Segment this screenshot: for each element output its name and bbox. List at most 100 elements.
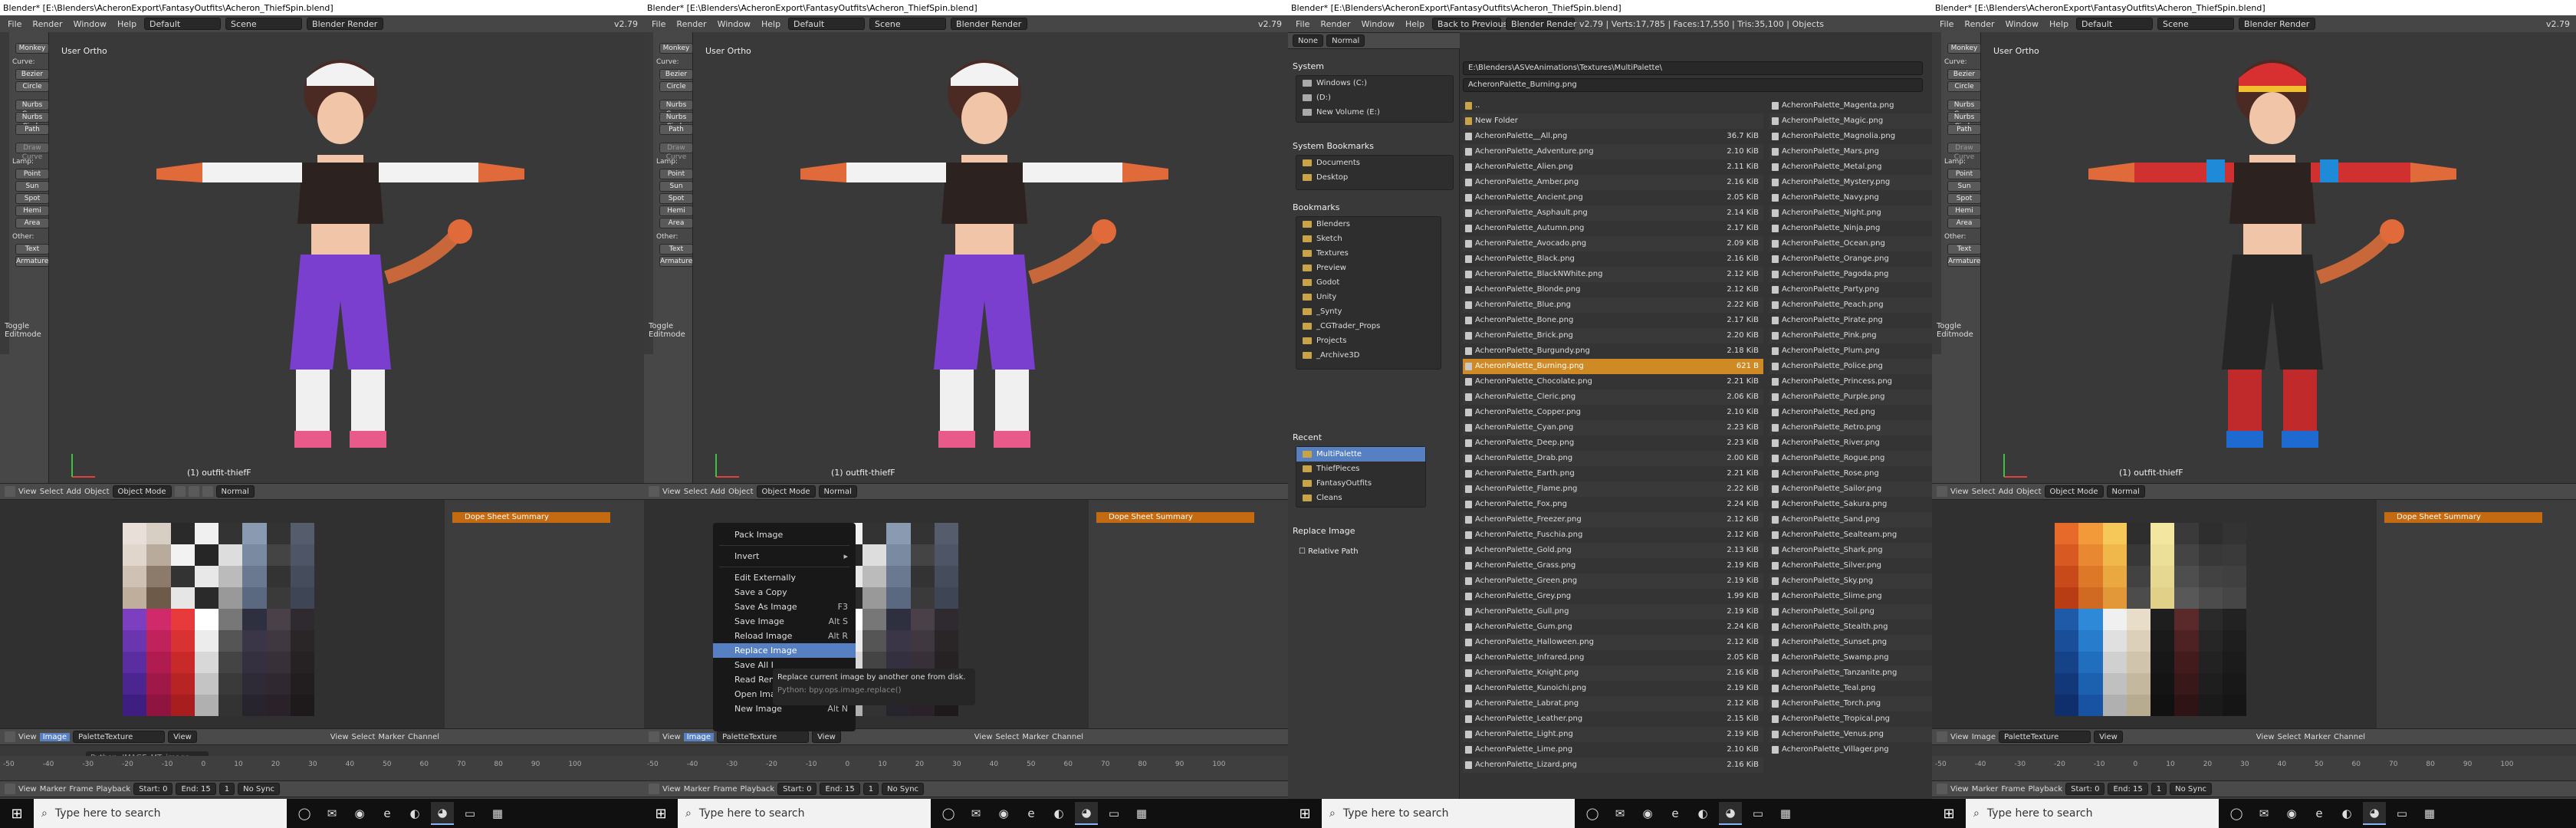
add-armature-button[interactable]: Armature (15, 256, 49, 267)
dope-select-menu[interactable]: Select (352, 733, 376, 741)
image-menu[interactable]: Image (683, 732, 715, 741)
file-row[interactable]: AcheronPalette_Copper.png 2.10 KiB (1463, 405, 1763, 420)
menu-help[interactable]: Help (758, 19, 784, 29)
windows-start-icon[interactable]: ⊞ (1932, 799, 1966, 828)
add-path-button[interactable]: Path (1947, 124, 1981, 135)
file-row[interactable]: AcheronPalette_Sand.png (1769, 512, 1932, 527)
file-row[interactable]: AcheronPalette_Knight.png 2.16 KiB (1463, 665, 1763, 681)
file-row[interactable]: AcheronPalette_Mars.png (1769, 144, 1932, 159)
task-view-icon[interactable]: ◯ (937, 802, 960, 825)
file-row[interactable]: AcheronPalette_BlackNWhite.png 2.12 KiB (1463, 267, 1763, 282)
bookmark-item[interactable]: Sketch (1296, 232, 1441, 246)
sync-selector[interactable]: No Sync (882, 783, 925, 795)
object-menu[interactable]: Object (728, 488, 754, 496)
3d-viewport[interactable]: User Ortho (1) outfit-thiefF (1981, 32, 2576, 483)
directory-path-field[interactable]: E:\Blenders\ASVeAnimations\Textures\Mult… (1463, 61, 1923, 75)
dope-channel-menu[interactable]: Channel (1052, 733, 1083, 741)
folder-row[interactable]: New Folder (1463, 113, 1763, 129)
menu-item-save-image[interactable]: Save Image Alt S (713, 614, 856, 629)
system-section-title[interactable]: System (1293, 61, 1324, 71)
add-path-button[interactable]: Path (15, 124, 49, 135)
menu-file[interactable]: File (5, 19, 25, 29)
add-text-button[interactable]: Text (659, 244, 693, 255)
timeline[interactable]: -50 -40 -30 -20 -10 0 10 20 30 40 50 60 70 80 90 100 Vi… (0, 756, 644, 799)
image-menu[interactable]: Image (1972, 733, 1996, 741)
add-monkey-button[interactable]: Monkey (15, 43, 49, 54)
recent-item[interactable]: ThiefPieces (1296, 462, 1425, 476)
file-row[interactable]: AcheronPalette_Gum.png 2.24 KiB (1463, 619, 1763, 635)
menu-item-edit-externally[interactable]: Edit Externally (713, 570, 856, 585)
editor-type-icon[interactable] (1937, 731, 1947, 742)
timeline-playback-menu[interactable]: Playback (96, 785, 130, 794)
dope-select-menu[interactable]: Select (996, 733, 1020, 741)
menu-file[interactable]: File (1293, 19, 1313, 29)
start-frame-field[interactable]: Start: 0 (133, 783, 173, 795)
add-monkey-button[interactable]: Monkey (659, 43, 693, 54)
file-row[interactable]: AcheronPalette_Earth.png 2.21 KiB (1463, 466, 1763, 481)
blender-icon[interactable]: ◕ (1075, 802, 1098, 825)
calculator-icon[interactable]: ▦ (2418, 802, 2441, 825)
windows-start-icon[interactable]: ⊞ (0, 799, 34, 828)
start-frame-field[interactable]: Start: 0 (2065, 783, 2105, 795)
mode-selector[interactable]: Object Mode (2044, 485, 2104, 498)
select-menu[interactable]: Select (40, 488, 64, 496)
file-row[interactable]: AcheronPalette_Tropical.png (1769, 711, 1932, 727)
render-engine-selector[interactable]: Blender Render (2239, 18, 2316, 30)
bookmark-item[interactable]: Blenders (1296, 217, 1441, 232)
file-row[interactable]: AcheronPalette_Alien.png 2.11 KiB (1463, 159, 1763, 175)
file-row[interactable]: AcheronPalette_Blue.png 2.22 KiB (1463, 297, 1763, 313)
menu-render[interactable]: Render (1317, 19, 1353, 29)
end-frame-field[interactable]: End: 15 (2108, 783, 2148, 795)
file-row[interactable]: AcheronPalette_Chocolate.png 2.21 KiB (1463, 374, 1763, 389)
chrome-icon[interactable]: ◉ (1636, 802, 1659, 825)
tool-shelf-tabs[interactable] (644, 32, 653, 354)
file-row[interactable]: AcheronPalette_Magenta.png (1769, 98, 1932, 113)
image-selector[interactable]: PaletteTexture (1999, 731, 2091, 743)
image-view-mode[interactable]: View (812, 731, 841, 743)
add-text-button[interactable]: Text (1947, 244, 1981, 255)
display-selector[interactable]: None (1293, 34, 1324, 47)
current-frame-field[interactable]: 1 (2150, 783, 2167, 795)
image-menu[interactable]: Image (39, 732, 71, 741)
dope-marker-menu[interactable]: Marker (2304, 733, 2331, 741)
file-row[interactable]: AcheronPalette_Orange.png (1769, 251, 1932, 267)
file-row[interactable]: AcheronPalette_Cleric.png 2.06 KiB (1463, 389, 1763, 405)
mail-icon[interactable]: ✉ (1608, 802, 1631, 825)
draw-curve-button[interactable]: Draw Curve (659, 143, 693, 161)
end-frame-field[interactable]: End: 15 (176, 783, 216, 795)
file-row[interactable]: AcheronPalette_Teal.png (1769, 681, 1932, 696)
add-point-lamp-button[interactable]: Point (1947, 169, 1981, 179)
add-nurbs-curve-button[interactable]: Nurbs Curve (15, 100, 49, 118)
calculator-icon[interactable]: ▦ (486, 802, 509, 825)
menu-file[interactable]: File (1937, 19, 1957, 29)
bookmark-item[interactable]: Unity (1296, 290, 1441, 304)
render-engine-selector[interactable]: Blender Render (1506, 18, 1576, 30)
file-row[interactable]: AcheronPalette_Princess.png (1769, 374, 1932, 389)
back-to-previous-button[interactable]: Back to Previous (1432, 18, 1507, 30)
drive-d[interactable]: (D:) (1296, 90, 1453, 105)
select-menu[interactable]: Select (1972, 488, 1996, 496)
timeline-view-menu[interactable]: View (662, 785, 681, 794)
tool-shelf-tabs[interactable] (0, 32, 9, 354)
file-row[interactable]: AcheronPalette_Amber.png 2.16 KiB (1463, 175, 1763, 190)
dope-select-menu[interactable]: Select (2278, 733, 2302, 741)
file-row[interactable]: AcheronPalette_Police.png (1769, 359, 1932, 374)
file-row[interactable]: AcheronPalette_Bone.png 2.17 KiB (1463, 313, 1763, 328)
add-hemi-lamp-button[interactable]: Hemi (659, 205, 693, 216)
dope-view-menu[interactable]: View (974, 733, 993, 741)
draw-curve-button[interactable]: Draw Curve (1947, 143, 1981, 161)
add-path-button[interactable]: Path (659, 124, 693, 135)
file-row[interactable]: AcheronPalette_Light.png 2.19 KiB (1463, 727, 1763, 742)
dope-sheet[interactable]: Dope Sheet Summary (445, 500, 644, 728)
file-explorer-icon[interactable]: ▭ (458, 802, 481, 825)
file-row[interactable]: AcheronPalette_Brick.png 2.20 KiB (1463, 328, 1763, 343)
calculator-icon[interactable]: ▦ (1774, 802, 1797, 825)
file-row[interactable]: AcheronPalette_Autumn.png 2.17 KiB (1463, 221, 1763, 236)
file-row[interactable]: AcheronPalette_Avocado.png 2.09 KiB (1463, 236, 1763, 251)
file-row[interactable]: AcheronPalette_Metal.png (1769, 159, 1932, 175)
file-row[interactable]: AcheronPalette_Tanzanite.png (1769, 665, 1932, 681)
taskbar-search-box[interactable]: ⌕ Type here to search (1966, 799, 2219, 828)
timeline-marker-menu[interactable]: Marker (40, 785, 67, 794)
add-point-lamp-button[interactable]: Point (15, 169, 49, 179)
system-bookmarks-title[interactable]: System Bookmarks (1293, 141, 1374, 151)
